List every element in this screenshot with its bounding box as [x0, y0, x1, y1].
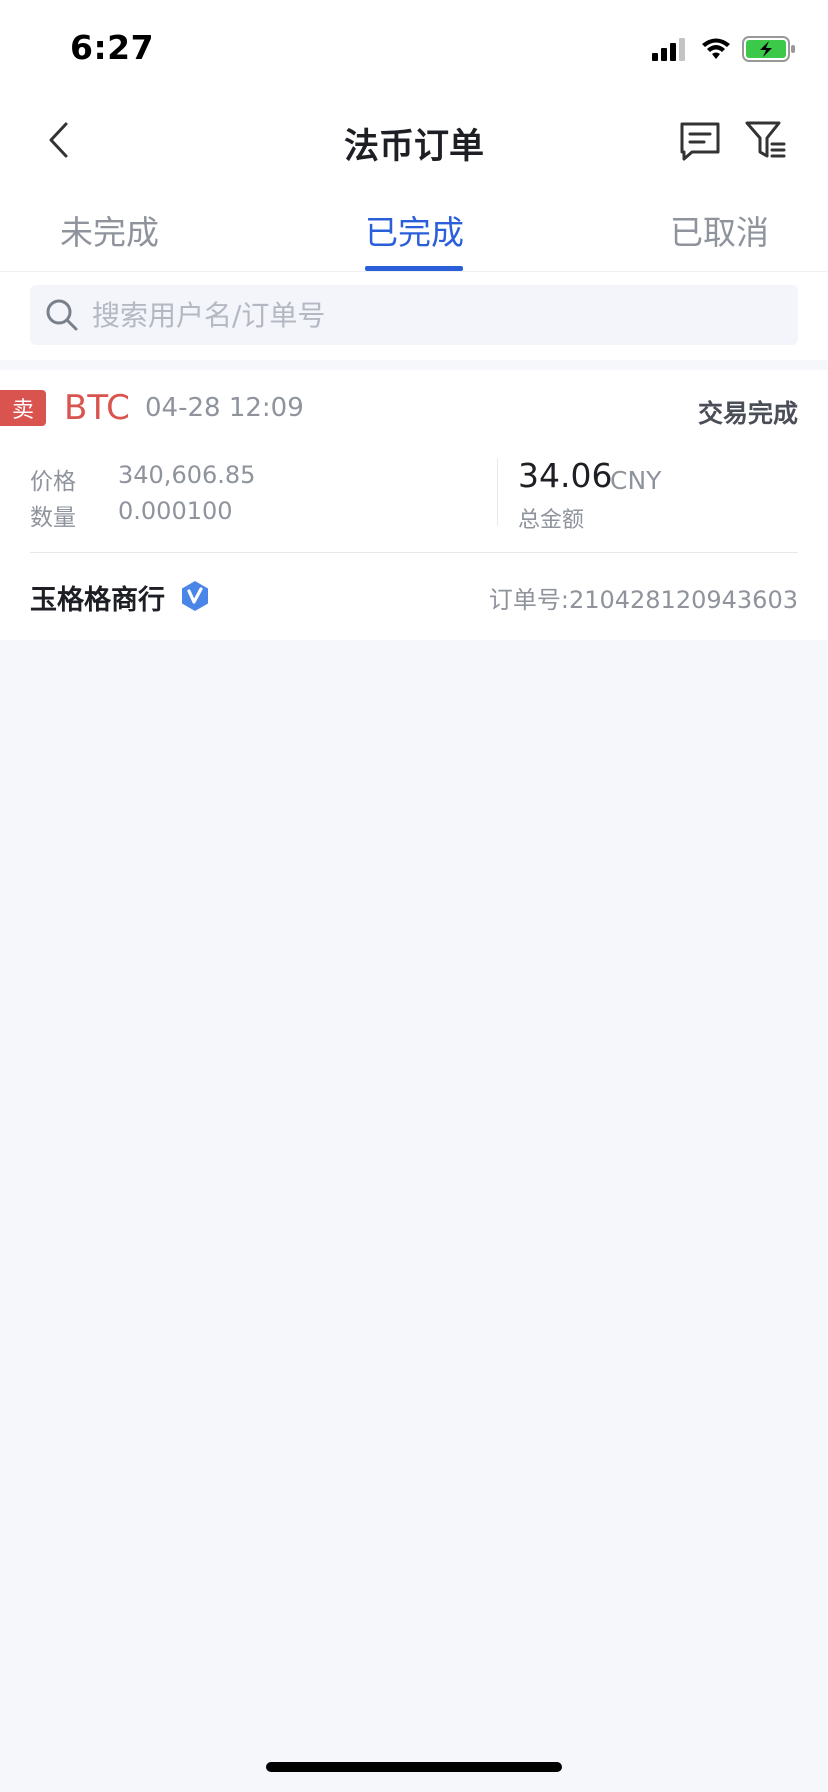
- status-time: 6:27: [70, 28, 155, 67]
- order-card[interactable]: 卖 BTC 04-28 12:09 交易完成 价格 340,606.85 数量 …: [0, 370, 828, 640]
- total-amount: 34.06: [518, 456, 613, 495]
- nav-bar: 法币订单: [0, 100, 828, 182]
- price-value: 340,606.85: [118, 461, 256, 489]
- search-input[interactable]: [92, 298, 772, 332]
- verified-badge-icon: [182, 581, 208, 611]
- side-badge: 卖: [0, 390, 46, 426]
- battery-charging-icon: [742, 36, 795, 62]
- price-label: 价格: [30, 469, 76, 495]
- total-label: 总金额: [518, 508, 585, 533]
- status-bar: 6:27: [0, 0, 828, 100]
- total-currency: CNY: [610, 466, 662, 495]
- tab-completed[interactable]: 已完成: [365, 206, 464, 254]
- horizontal-divider: [30, 552, 798, 553]
- quantity-value: 0.000100: [118, 497, 233, 525]
- merchant-name[interactable]: 玉格格商行: [30, 578, 165, 617]
- tab-cancelled[interactable]: 已取消: [670, 206, 769, 254]
- messages-button[interactable]: [678, 118, 722, 162]
- home-indicator: [266, 1762, 562, 1772]
- order-status: 交易完成: [697, 399, 798, 428]
- quantity-label: 数量: [30, 505, 76, 531]
- vertical-divider: [497, 458, 498, 526]
- page: 6:27 法币订单 未完成 已完成 已取消 搜索用户名/订单号 卖 BTC 04…: [0, 0, 828, 1792]
- active-tab-indicator: [365, 266, 463, 271]
- coin-symbol: BTC: [64, 388, 130, 428]
- order-tabs: 未完成 已完成 已取消: [0, 182, 828, 272]
- tab-incomplete[interactable]: 未完成: [60, 206, 159, 254]
- status-icons: [652, 34, 796, 64]
- order-time: 04-28 12:09: [145, 393, 304, 423]
- filter-button[interactable]: [744, 118, 788, 162]
- message-icon: [680, 122, 720, 161]
- search-box[interactable]: [30, 285, 798, 345]
- order-number: 订单号:210428120943603: [488, 586, 798, 614]
- search-bar: [0, 272, 828, 360]
- wifi-icon: [702, 38, 730, 59]
- cellular-signal-icon: [652, 38, 685, 61]
- search-icon: [46, 299, 78, 331]
- filter-icon: [745, 121, 786, 158]
